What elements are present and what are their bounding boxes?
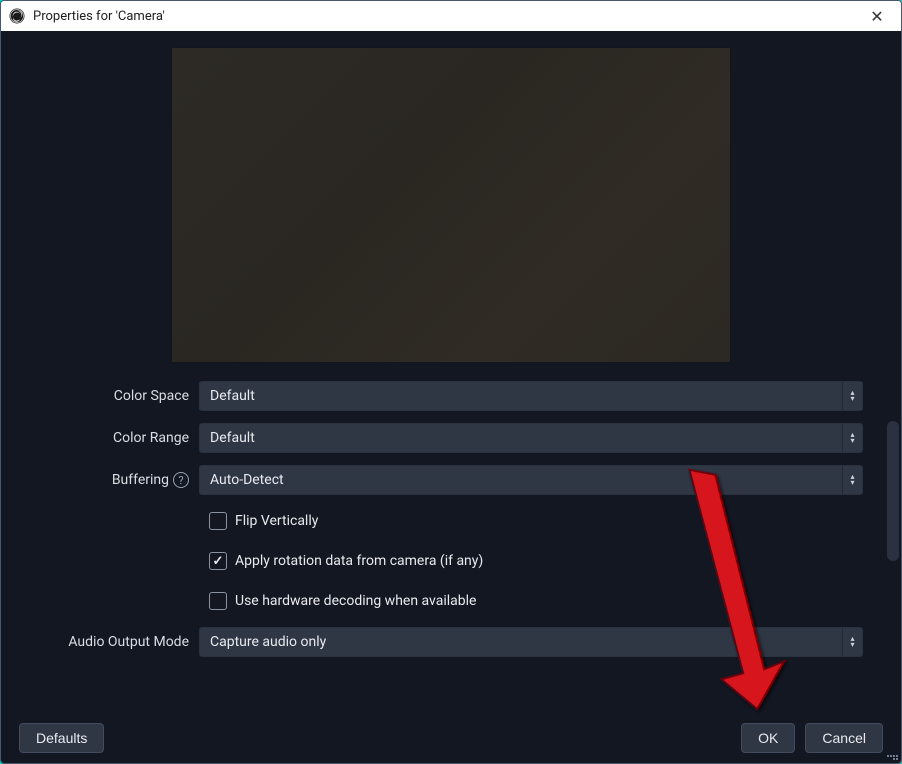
select-buffering[interactable]: Auto-Detect ▴▾ xyxy=(199,465,863,495)
vertical-scrollbar[interactable] xyxy=(887,421,899,561)
select-audio-output-value: Capture audio only xyxy=(200,634,842,650)
checkbox-icon xyxy=(209,512,227,530)
properties-dialog: Properties for 'Camera' ✕ Color Space De… xyxy=(0,0,902,764)
select-color-space[interactable]: Default ▴▾ xyxy=(199,381,863,411)
label-color-range: Color Range xyxy=(19,430,189,446)
select-buffering-value: Auto-Detect xyxy=(200,472,842,488)
spinner-icon: ▴▾ xyxy=(842,382,862,410)
cancel-button[interactable]: Cancel xyxy=(805,723,883,753)
select-color-range-value: Default xyxy=(200,430,842,446)
form: Color Space Default ▴▾ Color Range Defau… xyxy=(19,381,883,657)
preview-area xyxy=(19,47,883,363)
window-title: Properties for 'Camera' xyxy=(33,9,861,24)
resize-grip[interactable] xyxy=(885,747,899,761)
spinner-icon: ▴▾ xyxy=(842,628,862,656)
spinner-icon: ▴▾ xyxy=(842,466,862,494)
label-buffering-text: Buffering xyxy=(112,472,169,488)
dialog-body: Color Space Default ▴▾ Color Range Defau… xyxy=(1,31,901,763)
select-color-space-value: Default xyxy=(200,388,842,404)
checkbox-hw-decode[interactable]: Use hardware decoding when available xyxy=(19,587,863,615)
label-buffering: Buffering ? xyxy=(19,472,189,488)
label-audio-output: Audio Output Mode xyxy=(19,634,189,650)
select-audio-output[interactable]: Capture audio only ▴▾ xyxy=(199,627,863,657)
titlebar: Properties for 'Camera' ✕ xyxy=(1,1,901,31)
obs-app-icon xyxy=(9,8,25,24)
row-color-space: Color Space Default ▴▾ xyxy=(19,381,863,411)
defaults-button[interactable]: Defaults xyxy=(19,723,104,753)
camera-preview xyxy=(171,47,731,363)
checkbox-apply-rotation[interactable]: Apply rotation data from camera (if any) xyxy=(19,547,863,575)
checkbox-label: Flip Vertically xyxy=(235,513,318,529)
checkbox-label: Apply rotation data from camera (if any) xyxy=(235,553,483,569)
row-color-range: Color Range Default ▴▾ xyxy=(19,423,863,453)
select-color-range[interactable]: Default ▴▾ xyxy=(199,423,863,453)
checkbox-icon xyxy=(209,592,227,610)
spinner-icon: ▴▾ xyxy=(842,424,862,452)
checkbox-icon xyxy=(209,552,227,570)
checkbox-label: Use hardware decoding when available xyxy=(235,593,476,609)
label-color-space: Color Space xyxy=(19,388,189,404)
help-icon[interactable]: ? xyxy=(173,472,189,488)
checkbox-flip-vertically[interactable]: Flip Vertically xyxy=(19,507,863,535)
close-button[interactable]: ✕ xyxy=(861,5,893,27)
ok-button[interactable]: OK xyxy=(741,723,795,753)
button-bar: Defaults OK Cancel xyxy=(19,707,883,753)
row-audio-output: Audio Output Mode Capture audio only ▴▾ xyxy=(19,627,863,657)
row-buffering: Buffering ? Auto-Detect ▴▾ xyxy=(19,465,863,495)
